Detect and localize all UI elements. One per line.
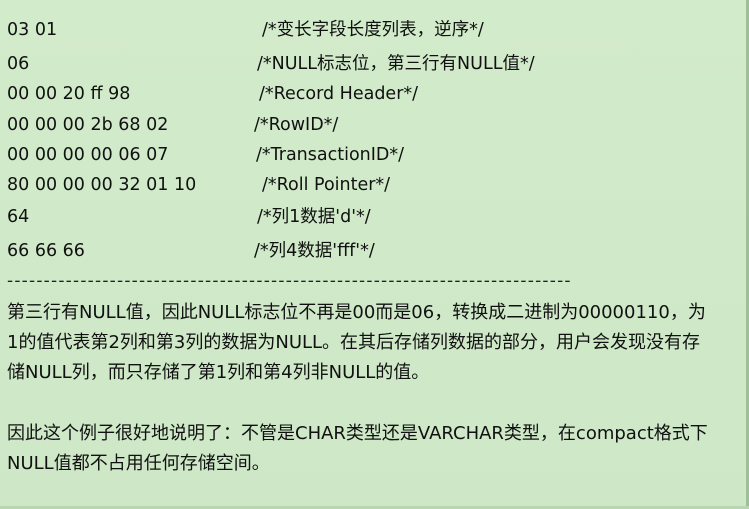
hex-bytes: 06: [7, 54, 30, 74]
code-comment: /*TransactionID*/: [256, 145, 405, 165]
explanation-paragraph: 第三行有NULL值，因此NULL标志位不再是00而是06，转换成二进制为0000…: [7, 298, 739, 388]
code-comment: /*NULL标志位，第三行有NULL值*/: [257, 54, 535, 74]
code-comment: /*列4数据'fff'*/: [254, 241, 375, 261]
paragraph-line: 1的值代表第2列和第3列的数据为NULL。在其后存储列数据的部分，用户会发现没有…: [7, 332, 701, 353]
paragraph-line: 因此这个例子很好地说明了：不管是CHAR类型还是VARCHAR类型，在compa…: [7, 423, 708, 444]
code-comment: /*RowID*/: [254, 115, 339, 135]
hex-bytes: 66 66 66: [7, 241, 85, 261]
code-comment: /*变长字段长度列表，逆序*/: [262, 20, 484, 40]
code-comment: /*Record Header*/: [259, 84, 419, 104]
hex-bytes: 80 00 00 00 32 01 10: [7, 175, 197, 195]
paragraph-line: NULL值都不占用任何存储空间。: [7, 453, 270, 474]
hex-bytes: 00 00 00 00 06 07: [7, 145, 169, 165]
hex-bytes: 64: [7, 207, 30, 227]
code-comment: /*列1数据'd'*/: [257, 207, 371, 227]
paragraph-line: 储NULL列，而只存储了第1列和第4列非NULL的值。: [7, 362, 430, 383]
conclusion-paragraph: 因此这个例子很好地说明了：不管是CHAR类型还是VARCHAR类型，在compa…: [7, 419, 739, 479]
code-comment: /*Roll Pointer*/: [262, 175, 391, 195]
dashed-divider: ----------------------------------------…: [7, 274, 572, 288]
hex-bytes: 03 01: [7, 20, 58, 40]
paragraph-line: 第三行有NULL值，因此NULL标志位不再是00而是06，转换成二进制为0000…: [7, 302, 706, 323]
hex-bytes: 00 00 00 2b 68 02: [7, 115, 169, 135]
document-page: 03 01 /*变长字段长度列表，逆序*/ 06 /*NULL标志位，第三行有N…: [0, 0, 749, 509]
hex-bytes: 00 00 20 ff 98: [7, 84, 131, 104]
